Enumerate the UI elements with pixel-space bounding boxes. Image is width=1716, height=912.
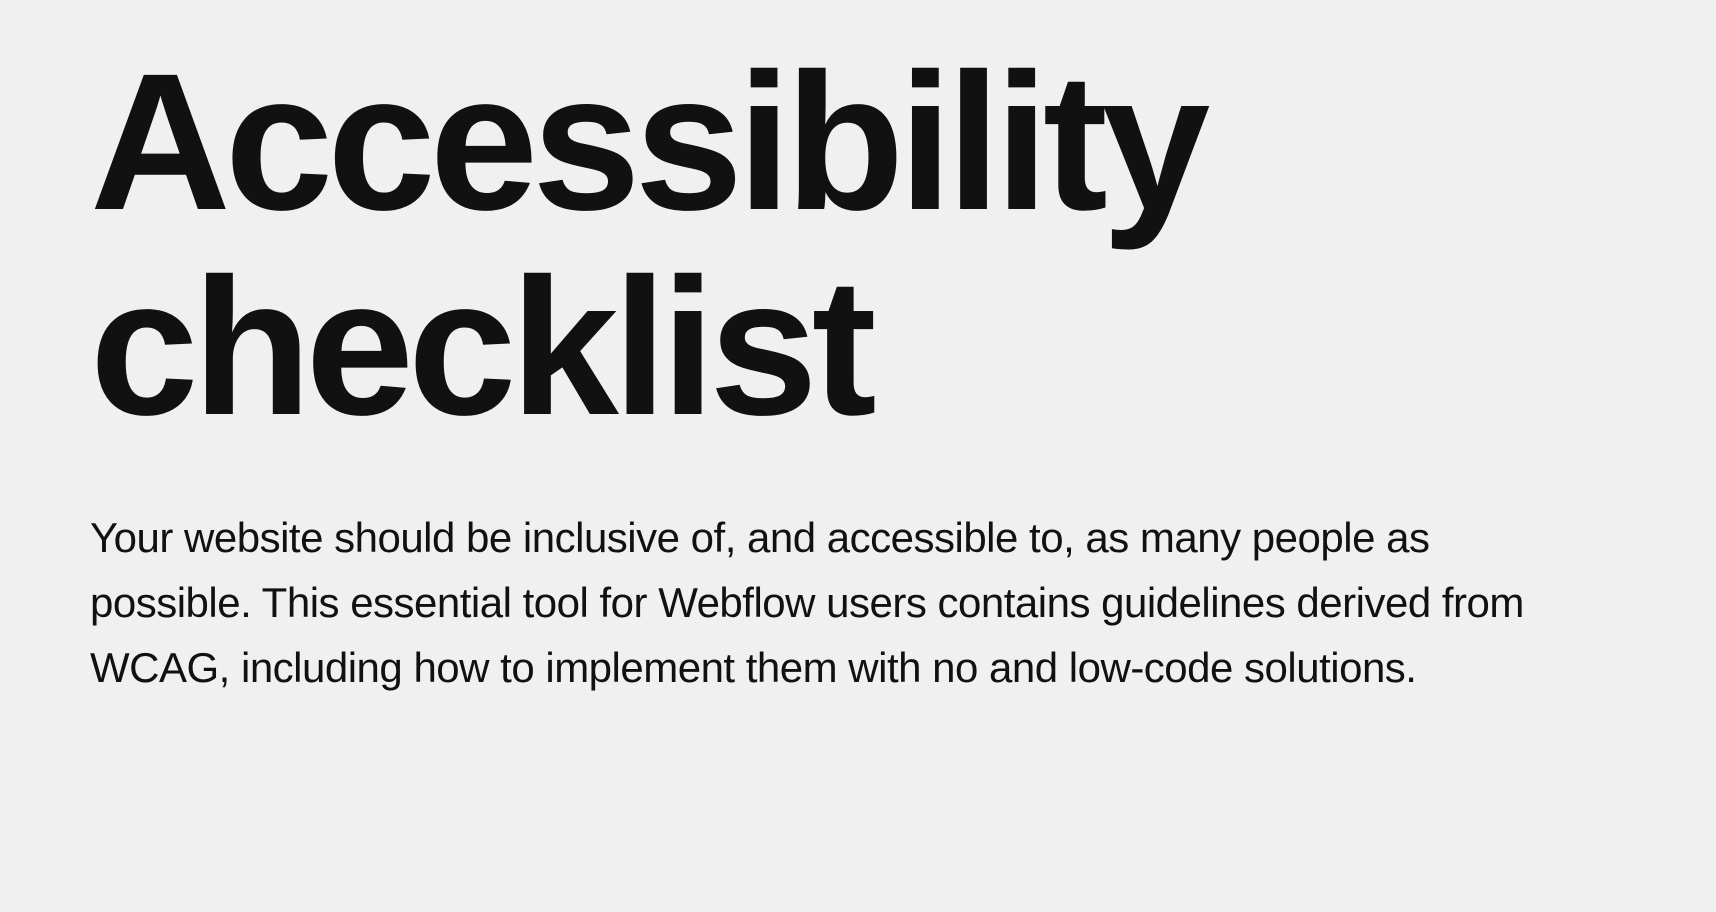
page-description: Your website should be inclusive of, and… — [90, 505, 1570, 700]
page-title: Accessibility checklist — [90, 40, 1626, 450]
